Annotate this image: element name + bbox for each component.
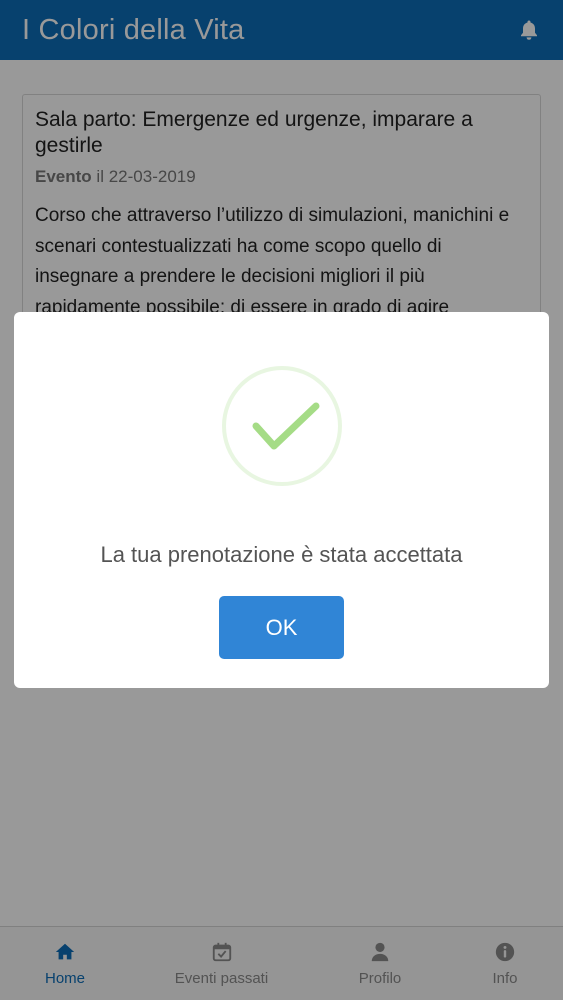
success-icon-circle bbox=[221, 366, 342, 486]
confirmation-message: La tua prenotazione è stata accettata bbox=[100, 542, 463, 567]
confirmation-dialog: La tua prenotazione è stata accettata OK bbox=[14, 312, 549, 688]
ok-button[interactable]: OK bbox=[219, 596, 344, 659]
checkmark-icon bbox=[252, 402, 319, 450]
